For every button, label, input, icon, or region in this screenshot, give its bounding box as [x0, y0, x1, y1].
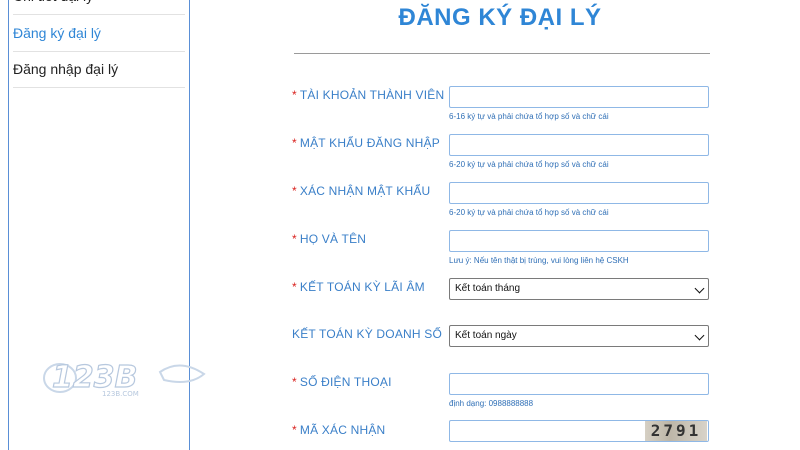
required-mark: *	[292, 136, 297, 150]
label-text: HỌ VÀ TÊN	[299, 232, 367, 246]
selected-value: Kết toán ngày	[455, 330, 517, 341]
title-divider	[294, 53, 710, 54]
label-text: KẾT TOÁN KỲ DOANH SỐ	[292, 327, 443, 341]
label-confirm-password: * XÁC NHẬN MẬT KHẨU	[292, 184, 430, 198]
label-text: SỐ ĐIỆN THOẠI	[299, 375, 392, 389]
required-mark: *	[292, 280, 297, 294]
label-text: XÁC NHẬN MẬT KHẨU	[299, 184, 431, 198]
label-login-password: * MẬT KHẨU ĐĂNG NHẬP	[292, 136, 440, 150]
confirm-password-hint: 6-20 ký tự và phải chứa tổ hợp số và chữ…	[449, 208, 609, 217]
full-name-hint: Lưu ý: Nếu tên thật bị trùng, vui lòng l…	[449, 256, 629, 265]
member-account-input[interactable]	[449, 86, 709, 108]
label-member-account: * TÀI KHOẢN THÀNH VIÊN	[292, 88, 444, 102]
label-text: KẾT TOÁN KỲ LÃI ÂM	[299, 280, 425, 294]
label-phone-number: * SỐ ĐIỆN THOẠI	[292, 375, 392, 389]
sales-settlement-select[interactable]: Kết toán ngày	[449, 325, 709, 347]
negative-profit-settlement-select[interactable]: Kết toán tháng	[449, 278, 709, 300]
label-full-name: * HỌ VÀ TÊN	[292, 232, 366, 246]
label-text: TÀI KHOẢN THÀNH VIÊN	[299, 88, 445, 102]
label-sales-settlement: KẾT TOÁN KỲ DOANH SỐ	[292, 327, 442, 341]
required-mark: *	[292, 232, 297, 246]
sidebar-item-agent-register[interactable]: Đăng ký đại lý	[13, 15, 185, 52]
member-account-hint: 6-16 ký tự và phải chứa tổ hợp số và chữ…	[449, 112, 609, 121]
logo-subtext: 123B.COM	[102, 390, 139, 398]
required-mark: *	[292, 88, 297, 102]
login-password-input[interactable]	[449, 134, 709, 156]
full-name-input[interactable]	[449, 230, 709, 252]
required-mark: *	[292, 423, 297, 437]
label-text: MÃ XÁC NHẬN	[299, 423, 386, 437]
required-mark: *	[292, 375, 297, 389]
captcha-image[interactable]: 2791	[645, 421, 707, 441]
label-text: MẬT KHẨU ĐĂNG NHẬP	[299, 136, 440, 150]
chevron-down-icon	[694, 283, 705, 294]
brand-logo: 123B 123B.COM	[43, 359, 206, 398]
confirm-password-input[interactable]	[449, 182, 709, 204]
required-mark: *	[292, 184, 297, 198]
chevron-down-icon	[694, 330, 705, 341]
phone-number-hint: định dạng: 0988888888	[449, 399, 534, 408]
sidebar-item-agent-details[interactable]: Chi tiết đại lý	[13, 0, 185, 15]
page-title: ĐĂNG KÝ ĐẠI LÝ	[398, 4, 602, 31]
selected-value: Kết toán tháng	[455, 283, 521, 294]
sidebar-item-agent-login[interactable]: Đăng nhập đại lý	[13, 51, 185, 88]
login-password-hint: 6-20 ký tự và phải chứa tổ hợp số và chữ…	[449, 160, 609, 169]
phone-number-input[interactable]	[449, 373, 709, 395]
label-negative-profit-settlement: * KẾT TOÁN KỲ LÃI ÂM	[292, 280, 425, 294]
label-verification-code: * MÃ XÁC NHẬN	[292, 423, 385, 437]
